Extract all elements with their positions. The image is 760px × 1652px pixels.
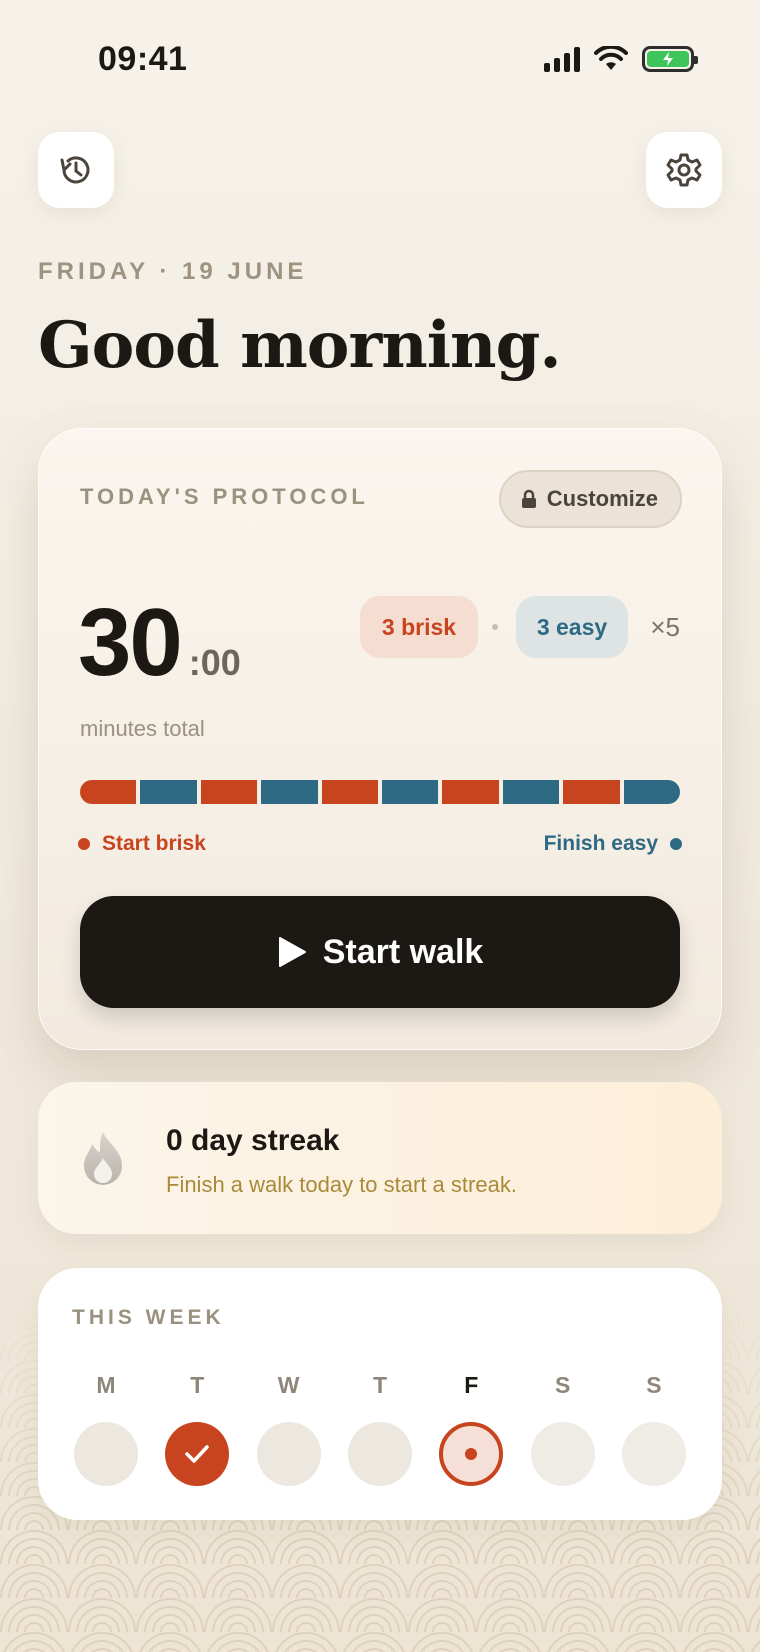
streak-title: 0 day streak <box>166 1124 340 1157</box>
play-icon <box>278 937 306 967</box>
status-bar: 09:41 <box>0 0 760 120</box>
segment-brisk <box>563 780 620 804</box>
date-line: FRIDAY · 19 JUNE <box>38 258 308 285</box>
greeting-title: Good morning. <box>38 308 562 383</box>
day-letter: T <box>190 1372 205 1398</box>
total-duration: 30 :00 <box>78 588 241 698</box>
brisk-pill: 3 brisk <box>360 596 478 658</box>
day-column: W <box>256 1372 321 1486</box>
customize-button[interactable]: Customize <box>498 470 682 528</box>
legend-start: Start brisk <box>78 832 206 856</box>
day-column: S <box>530 1372 595 1486</box>
day-column: S <box>621 1372 686 1486</box>
duration-minutes: 30 <box>78 589 183 696</box>
start-walk-button[interactable]: Start walk <box>80 896 680 1008</box>
status-icons <box>544 46 698 72</box>
segment-brisk <box>321 780 379 804</box>
interval-segment-bar <box>80 780 681 804</box>
legend-end-label: Finish easy <box>543 832 658 855</box>
segment-brisk <box>442 780 499 804</box>
cellular-signal-icon <box>544 46 580 72</box>
day-column: T <box>347 1372 412 1486</box>
day-circle-missed[interactable] <box>74 1422 138 1486</box>
day-column: M <box>74 1372 138 1486</box>
day-column: T <box>165 1372 230 1486</box>
easy-pill: 3 easy <box>516 596 628 658</box>
segment-brisk <box>200 780 258 804</box>
day-column: F <box>439 1372 504 1486</box>
settings-button[interactable] <box>646 132 722 208</box>
pill-separator <box>492 624 498 630</box>
legend-start-label: Start brisk <box>102 832 206 855</box>
segment-easy <box>261 780 318 804</box>
day-letter: M <box>96 1372 116 1398</box>
protocol-label: TODAY'S PROTOCOL <box>80 484 369 509</box>
repeat-count: ×5 <box>650 612 680 642</box>
check-icon <box>185 1445 210 1463</box>
gear-icon <box>666 153 702 187</box>
history-button[interactable] <box>38 132 114 208</box>
streak-card: 0 day streak Finish a walk today to star… <box>38 1082 722 1234</box>
day-circle-missed[interactable] <box>347 1422 412 1486</box>
day-circle-today[interactable] <box>439 1422 504 1486</box>
battery-charging-icon <box>642 46 698 72</box>
day-letter: W <box>277 1372 300 1398</box>
easy-dot <box>670 838 682 850</box>
day-circle-future[interactable] <box>530 1422 595 1486</box>
legend-end: Finish easy <box>544 832 682 856</box>
minutes-total-label: minutes total <box>80 716 205 741</box>
customize-label: Customize <box>546 486 658 511</box>
lock-icon <box>521 489 536 508</box>
brisk-dot <box>78 838 90 850</box>
segment-easy <box>382 780 439 804</box>
segment-brisk <box>80 780 137 804</box>
day-letter-today: F <box>464 1372 479 1398</box>
segment-easy <box>502 780 560 804</box>
streak-subtitle: Finish a walk today to start a streak. <box>166 1172 517 1197</box>
protocol-card: TODAY'S PROTOCOL Customize 30 :00 minute… <box>38 428 722 1050</box>
week-label: THIS WEEK <box>72 1306 225 1329</box>
day-circle-done[interactable] <box>165 1422 230 1486</box>
week-days: M T W T F S S <box>74 1372 686 1486</box>
segment-easy <box>623 780 681 804</box>
day-letter: S <box>646 1372 662 1398</box>
day-letter: S <box>554 1372 571 1398</box>
today-dot <box>465 1448 478 1460</box>
day-circle-future[interactable] <box>621 1422 686 1486</box>
day-letter: T <box>372 1372 388 1398</box>
history-icon <box>60 156 90 184</box>
status-time: 09:41 <box>98 40 188 78</box>
start-walk-label: Start walk <box>322 932 484 971</box>
day-circle-missed[interactable] <box>256 1422 321 1486</box>
this-week-card: THIS WEEK M T W T F S S <box>38 1268 722 1520</box>
flame-icon <box>84 1132 122 1185</box>
segment-easy <box>140 780 197 804</box>
duration-seconds: :00 <box>188 642 241 683</box>
wifi-icon <box>594 46 628 70</box>
